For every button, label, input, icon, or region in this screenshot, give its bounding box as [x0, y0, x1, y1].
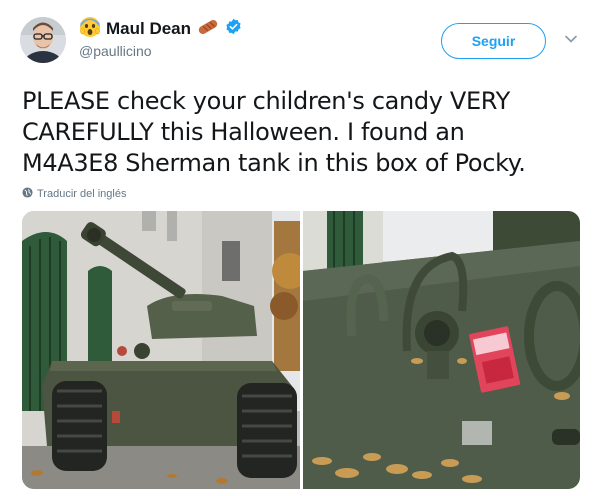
tweet-header: Maul Dean @paullicino Seguir [0, 0, 600, 72]
avatar[interactable] [20, 17, 66, 63]
chevron-down-icon[interactable] [564, 32, 578, 46]
account-info[interactable]: Maul Dean @paullicino [79, 16, 242, 59]
face-screaming-emoji-icon [79, 16, 101, 43]
tank-closeup-pocky-photo[interactable] [303, 211, 580, 489]
tweet-text-line: PLEASE check your children's candy VERY [22, 87, 510, 115]
sausage-emoji-icon [196, 17, 220, 42]
follow-button[interactable]: Seguir [441, 23, 546, 59]
translate-label: Traducir del inglés [37, 188, 127, 200]
tweet-text: PLEASE check your children's candy VERY … [22, 86, 582, 179]
translate-link[interactable]: Traducir del inglés [22, 187, 126, 201]
tweet-text-line: M4A3E8 Sherman tank in this box of Pocky… [22, 149, 526, 177]
tweet-text-line: CAREFULLY this Halloween. I found an [22, 118, 465, 146]
display-name: Maul Dean [106, 19, 192, 38]
media-divider [300, 211, 303, 489]
globe-icon [22, 187, 33, 201]
tank-photo[interactable] [22, 211, 308, 489]
tweet-media [22, 211, 580, 489]
display-name-row: Maul Dean [79, 16, 242, 43]
verified-badge-icon [225, 18, 242, 40]
account-handle: @paullicino [79, 43, 152, 59]
avatar-portrait-icon [20, 17, 66, 63]
